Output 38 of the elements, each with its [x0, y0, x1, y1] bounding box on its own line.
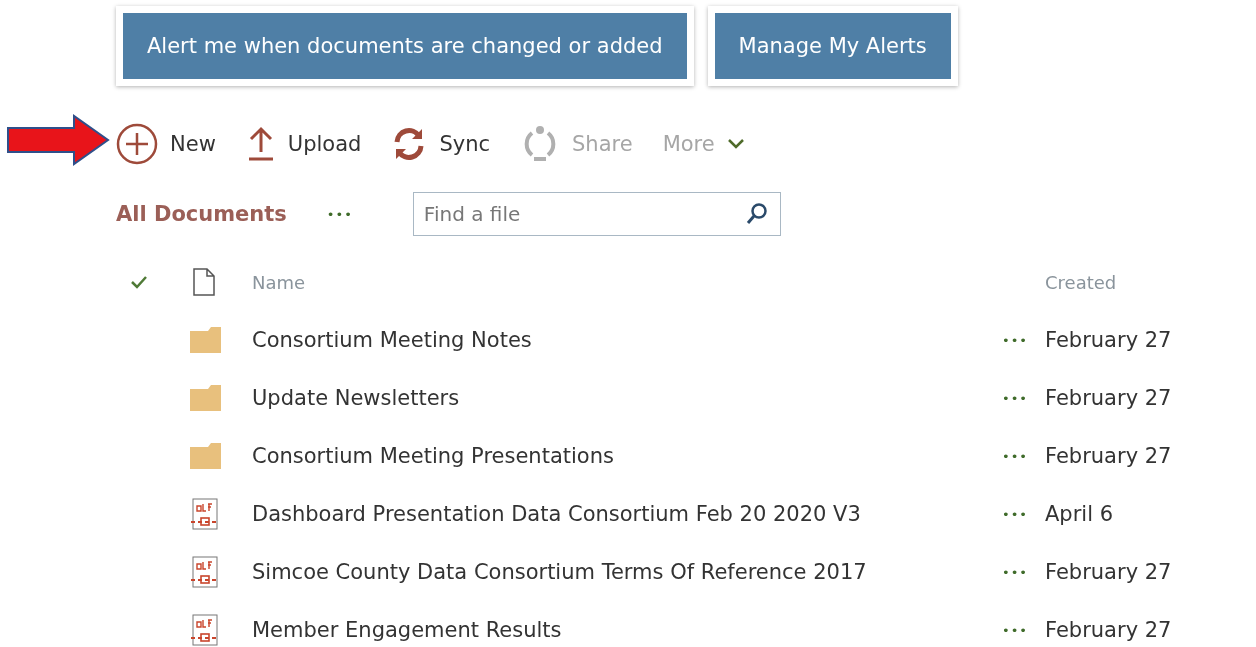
file-name[interactable]: Consortium Meeting Presentations	[252, 444, 985, 468]
created-date: February 27	[1045, 618, 1173, 642]
view-label[interactable]: All Documents	[116, 202, 287, 226]
row-actions-button[interactable]: •••	[985, 448, 1045, 464]
created-date: February 27	[1045, 386, 1173, 410]
search-field[interactable]: Find a file	[412, 192, 781, 236]
folder-icon	[190, 385, 221, 411]
row-actions-button[interactable]: •••	[985, 622, 1045, 638]
search-icon[interactable]	[744, 202, 769, 226]
plus-icon	[116, 123, 158, 165]
file-name[interactable]: Simcoe County Data Consortium Terms Of Reference 2017	[252, 560, 985, 584]
alert-button[interactable]: Alert me when documents are changed or added	[123, 13, 687, 79]
check-icon[interactable]	[130, 275, 148, 289]
file-name[interactable]: Update Newsletters	[252, 386, 985, 410]
alert-button[interactable]: Manage My Alerts	[714, 13, 951, 79]
created-date: February 27	[1045, 560, 1173, 584]
file-name[interactable]: Member Engagement Results	[252, 618, 985, 642]
row-actions-button[interactable]: •••	[985, 506, 1045, 522]
document-icon	[192, 268, 216, 296]
pdf-icon	[190, 498, 220, 530]
pdf-icon	[190, 556, 220, 588]
file-name[interactable]: Dashboard Presentation Data Consortium Feb 20 2020 V3	[252, 502, 985, 526]
file-name[interactable]: Consortium Meeting Notes	[252, 328, 985, 352]
upload-button[interactable]: Upload	[245, 126, 362, 162]
created-date: February 27	[1045, 444, 1173, 468]
sync-button[interactable]: Sync	[391, 126, 491, 162]
folder-icon	[190, 327, 221, 353]
chevron-down-icon	[726, 138, 745, 150]
row-actions-button[interactable]: •••	[985, 390, 1045, 406]
folder-icon	[190, 443, 221, 469]
created-date: April 6	[1045, 502, 1115, 526]
new-button[interactable]: New	[116, 123, 216, 165]
row-actions-button[interactable]: •••	[985, 332, 1045, 348]
row-actions-button[interactable]: •••	[985, 564, 1045, 580]
pdf-icon	[190, 614, 220, 646]
arrow-icon	[6, 114, 110, 166]
view-more-button[interactable]: •••	[326, 206, 353, 222]
created-date: February 27	[1045, 328, 1173, 352]
